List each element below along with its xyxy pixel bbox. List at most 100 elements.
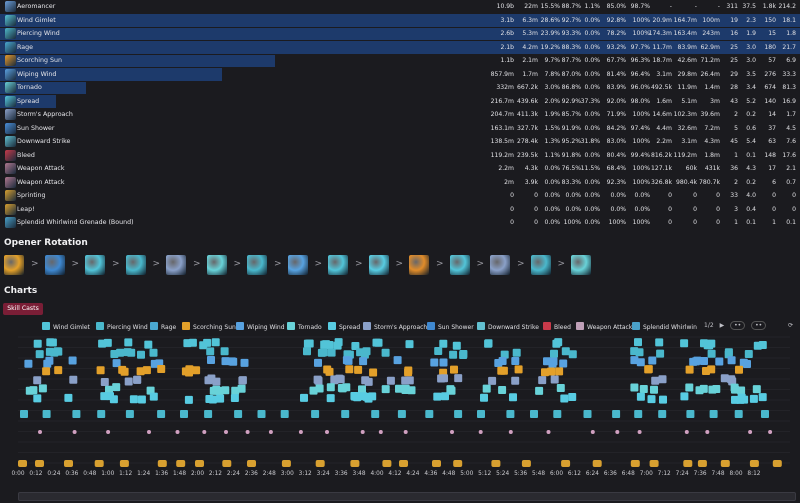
table-cell: 276 xyxy=(764,70,776,78)
skill-cast-mark xyxy=(454,374,463,383)
legend-item[interactable]: Splendid Whirlwin xyxy=(632,322,697,332)
skill-cast-mark xyxy=(234,410,243,418)
weapon-attack-mark xyxy=(147,430,151,434)
sprint-cast-mark xyxy=(94,460,104,467)
legend-item[interactable]: Piercing Wind xyxy=(96,322,148,332)
table-cell: 0 xyxy=(772,205,776,213)
legend-item[interactable]: Wiping Wind xyxy=(236,322,285,332)
skill-cast-mark xyxy=(761,410,769,418)
legend-item[interactable]: Scorching Sun xyxy=(182,322,236,332)
piercing-wind-icon[interactable] xyxy=(530,255,551,275)
legend-item[interactable]: Spread xyxy=(328,322,360,332)
legend-swatch-icon xyxy=(543,322,551,330)
table-row[interactable]: Weapon Attack 2m 3.9k 0.0% 83.3% 0.0% 92.3% 100… xyxy=(0,176,800,190)
axis-tick-label: 0:00 xyxy=(11,471,25,477)
legend-item[interactable]: Downward Strike xyxy=(477,322,539,332)
legend-label: Downward Strike xyxy=(488,324,539,331)
table-row[interactable]: Spread 216.7m 439.6k 2.0% 92.9% 37.3% 92.0% 98.… xyxy=(0,95,800,109)
legend-swatch-icon xyxy=(287,322,295,330)
table-cell: 6 xyxy=(772,178,776,186)
refresh-icon[interactable]: ⟳ xyxy=(788,322,793,329)
spread-icon[interactable] xyxy=(368,255,389,275)
sun-shower-icon[interactable] xyxy=(44,255,65,275)
wind-gimlet-icon[interactable] xyxy=(328,255,348,275)
table-cell: 81.4% xyxy=(606,70,626,78)
legend-pager[interactable]: 1/2 ▶ •• •• ⟳ xyxy=(704,321,793,330)
tornado-icon xyxy=(5,82,16,93)
table-row[interactable]: Piercing Wind 2.6b 5.3m 23.9% 93.3% 0.0% 78.2%… xyxy=(0,27,800,41)
storms-approach-icon[interactable] xyxy=(490,255,510,275)
sprint-cast-mark xyxy=(64,460,73,467)
table-cell: 0.0% xyxy=(584,84,600,91)
table-row[interactable]: Wind Gimlet 3.1b 6.3m 28.6% 92.7% 0.0% 92.8% 10… xyxy=(0,14,800,28)
skill-cast-mark xyxy=(157,410,166,418)
skill-cast-mark xyxy=(636,358,645,367)
skill-cast-mark xyxy=(648,356,657,365)
table-cell: 138.5m xyxy=(490,138,514,145)
tornado-icon[interactable] xyxy=(206,255,227,275)
skill-cast-mark xyxy=(149,348,158,357)
legend-item[interactable]: Tornado xyxy=(287,322,322,332)
legend-item[interactable]: Rage xyxy=(150,322,176,332)
legend-item[interactable]: Sun Shower xyxy=(427,322,474,332)
scorching-sun-icon[interactable] xyxy=(409,255,429,275)
legend-swatch-icon xyxy=(576,322,584,330)
table-cell: 91.9% xyxy=(561,124,581,132)
wiping-wind-icon[interactable] xyxy=(287,255,308,275)
skill-cast-mark xyxy=(72,410,81,418)
table-cell: 92.7% xyxy=(561,16,581,24)
piercing-wind-icon[interactable] xyxy=(125,255,146,275)
table-row[interactable]: Weapon Attack 2.2m 4.3k 0.0% 76.5% 11.5% 68.4%… xyxy=(0,162,800,176)
legend-item[interactable]: Wind Gimlet xyxy=(42,322,90,332)
table-cell: 311 xyxy=(726,3,738,10)
table-cell: - xyxy=(694,3,697,10)
table-cell: 1.1% xyxy=(584,3,600,10)
pager-reset-icon[interactable]: •• xyxy=(751,321,767,330)
table-cell: 0.0% xyxy=(565,205,581,213)
skill-cast-mark xyxy=(498,357,507,365)
table-row[interactable]: Wiping Wind 857.9m 1.7m 7.8% 87.0% 0.0% 81.4% 9… xyxy=(0,68,800,82)
skill-cast-mark xyxy=(221,386,230,395)
pager-all-icon[interactable]: •• xyxy=(730,321,746,330)
table-row[interactable]: Sun Shower 163.1m 327.7k 1.5% 91.9% 0.0% 84.2%… xyxy=(0,122,800,136)
table-cell: 83.0% xyxy=(606,138,626,145)
skill-cast-mark xyxy=(644,365,653,374)
skill-cast-mark xyxy=(554,338,563,347)
pager-next-icon[interactable]: ▶ xyxy=(720,322,725,329)
table-row[interactable]: Splendid Whirlwind Grenade (Bound) 0 0 0.0%… xyxy=(0,216,800,230)
table-cell: 2.1b xyxy=(500,43,514,51)
skill-cast-mark xyxy=(20,410,28,418)
table-cell: 33 xyxy=(730,192,738,199)
table-row[interactable]: Leap! 0 0 0.0% 0.0% 0.0% 0.0% 0.0% 0 0 0 3 0.4 0 0 xyxy=(0,203,800,217)
tab-skill-casts[interactable]: Skill Casts xyxy=(3,303,43,315)
skill-cast-mark xyxy=(550,349,558,358)
wind-gimlet-icon[interactable] xyxy=(85,255,105,275)
table-row[interactable]: Downward Strike 138.5m 278.4k 1.3% 95.2% 31.8… xyxy=(0,135,800,149)
table-cell: 2.2m xyxy=(498,165,514,172)
piercing-wind-icon[interactable] xyxy=(247,255,267,275)
table-row[interactable]: Scorching Sun 1.1b 2.1m 9.7% 87.7% 0.0% 67.7% 9… xyxy=(0,54,800,68)
table-row[interactable]: Bleed 119.2m 239.5k 1.1% 91.8% 0.0% 80.4% 99.4%… xyxy=(0,149,800,163)
timeline-scrollbar[interactable] xyxy=(18,492,796,501)
wind-gimlet-icon[interactable] xyxy=(449,255,470,275)
table-row[interactable]: Rage 2.1b 4.2m 19.2% 88.3% 0.0% 93.2% 97.7% 11.7… xyxy=(0,41,800,55)
table-cell: 0 xyxy=(668,205,672,213)
axis-tick-label: 1:36 xyxy=(155,471,169,477)
skill-cast-mark xyxy=(137,395,146,404)
storms-approach-icon[interactable] xyxy=(166,255,186,275)
table-row[interactable]: Tornado 332m 667.2k 3.0% 86.8% 0.0% 83.9% 96.0%… xyxy=(0,81,800,95)
skill-casts-timeline xyxy=(18,336,790,467)
legend-item[interactable]: Storm's Approach xyxy=(363,322,427,332)
table-row[interactable]: Storm's Approach 204.7m 411.3k 1.9% 85.7% 0.0… xyxy=(0,108,800,122)
table-cell: 87.7% xyxy=(561,57,581,64)
scorching-sun-icon[interactable] xyxy=(4,255,24,275)
table-cell: 3.9k xyxy=(524,178,538,186)
table-row[interactable]: Aeromancer 10.9b 22m 15.5% 88.7% 1.1% 85.0% 98.… xyxy=(0,0,800,14)
tornado-icon[interactable] xyxy=(571,255,591,275)
weapon-attack-mark xyxy=(106,430,111,434)
skill-cast-mark xyxy=(538,376,547,385)
table-row[interactable]: Sprinting 0 0 0.0% 0.0% 0.0% 0.0% 0.0% 0 0 0 33 4.0 0… xyxy=(0,189,800,203)
legend-item[interactable]: Bleed xyxy=(543,322,571,332)
legend-item[interactable]: Weapon Attack xyxy=(576,322,632,332)
skill-cast-mark xyxy=(96,366,105,375)
